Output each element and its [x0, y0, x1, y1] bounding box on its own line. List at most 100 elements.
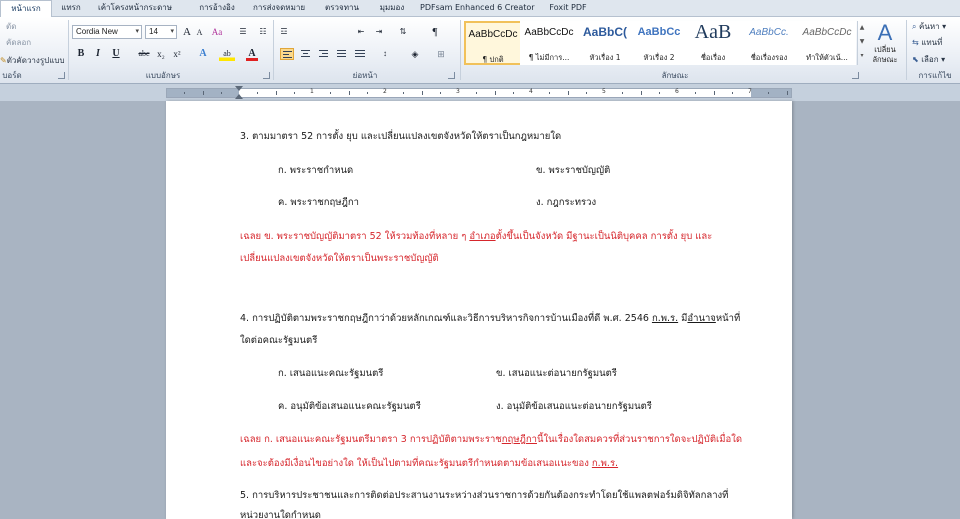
ruler-tick: [439, 92, 441, 94]
format-painter-button[interactable]: ✎ตัวคัดวางรูปแบบ: [0, 55, 65, 66]
font-size-value: 14: [149, 27, 158, 36]
change-styles-button[interactable]: A เปลี่ยน ลักษณะ: [868, 21, 902, 69]
text-run: นี้ในเรื่องใดสมควรที่ส่วนราชการใดจะปฏิบั…: [536, 434, 743, 445]
highlight-button[interactable]: ab: [219, 47, 235, 61]
text-run: 4. การปฏิบัติตามพระราชกฤษฎีกาว่าด้วยหลัก…: [240, 313, 652, 324]
subscript-button[interactable]: x₂: [155, 47, 167, 61]
line-spacing-button[interactable]: ↕: [378, 47, 392, 61]
style-heading-2[interactable]: AaBbCc หัวเรื่อง 2: [630, 21, 688, 65]
find-button[interactable]: ⌕ ค้นหา ▾: [912, 21, 946, 32]
tab-mailings[interactable]: การส่งจดหมาย: [250, 0, 308, 17]
tab-page-layout[interactable]: เค้าโครงหน้ากระดาษ: [90, 0, 180, 17]
sort-icon: ⇅: [399, 27, 407, 36]
thai-distributed-button[interactable]: [353, 48, 367, 60]
tab-insert[interactable]: แทรก: [54, 0, 88, 17]
multilevel-list-button[interactable]: ☲: [277, 25, 291, 39]
styles-dialog-launcher[interactable]: [852, 72, 859, 79]
chevron-down-icon: ▾: [170, 28, 174, 35]
ruler-tick: [713, 91, 715, 95]
styles-group-label: ลักษณะ: [661, 71, 689, 80]
style-normal[interactable]: AaBbCcDc ¶ ปกติ: [464, 21, 522, 65]
ruler-tick: [549, 92, 551, 94]
grow-font-button[interactable]: A: [181, 25, 193, 39]
format-painter-icon: ✎: [0, 56, 7, 65]
text-run: หน้าที่: [715, 313, 741, 324]
cut-button[interactable]: ตัด: [6, 21, 16, 32]
superscript-button[interactable]: x²: [171, 47, 183, 61]
font-name-combo[interactable]: Cordia New ▾: [72, 25, 142, 39]
styles-gallery-scroll[interactable]: ▲ ▼ ▾: [857, 21, 866, 65]
justify-button[interactable]: [335, 48, 349, 60]
font-size-combo[interactable]: 14 ▾: [145, 25, 177, 39]
align-right-button[interactable]: [317, 48, 331, 60]
style-preview: AaBbCc.: [749, 27, 789, 38]
style-name: ¶ ไม่มีการ...: [528, 53, 570, 62]
ruler-tick: [640, 91, 642, 95]
group-divider: [460, 20, 461, 80]
tab-view[interactable]: มุมมอง: [372, 0, 412, 17]
tab-foxit-pdf[interactable]: Foxit PDF: [544, 0, 592, 17]
clipboard-group-label: บอร์ด: [2, 71, 22, 80]
replace-button[interactable]: ⇆ แทนที่: [912, 37, 942, 48]
style-subtle-emphasis[interactable]: AaBbCcDc ทำให้ตัวเน้...: [798, 21, 856, 65]
show-marks-button[interactable]: ¶: [428, 25, 442, 39]
underline-button[interactable]: U: [110, 47, 122, 61]
ribbon: ตัด คัดลอก ✎ตัวคัดวางรูปแบบ บอร์ด Cordia…: [0, 17, 960, 84]
copy-button[interactable]: คัดลอก: [6, 37, 31, 48]
style-title[interactable]: AaB ชื่อเรื่อง: [684, 21, 742, 65]
ruler-tick: [293, 92, 295, 94]
font-color-button[interactable]: A: [246, 47, 258, 61]
font-dialog-launcher[interactable]: [263, 72, 270, 79]
ruler-tick: [695, 92, 697, 94]
horizontal-ruler[interactable]: 1 2 3 4 5 6 7: [166, 88, 792, 98]
scroll-up-icon[interactable]: ▲: [858, 21, 866, 35]
answer-3-line-1: เฉลย ข. พระราชบัญญัติมาตรา 52 ให้รวมท้อง…: [240, 230, 712, 243]
italic-button[interactable]: I: [92, 47, 104, 61]
ruler-number: 2: [383, 88, 387, 95]
strikethrough-button[interactable]: abc: [136, 47, 152, 61]
tab-references[interactable]: การอ้างอิง: [186, 0, 248, 17]
document-page[interactable]: 3. ตามมาตรา 52 การตั้ง ยุบ และเปลี่ยนแปล…: [166, 101, 792, 519]
ruler-tick: [585, 92, 587, 94]
ruler-tick: [202, 91, 204, 95]
shrink-font-button[interactable]: A: [194, 26, 205, 40]
choice-b: ข. พระราชบัญญัติ: [536, 165, 611, 176]
group-divider: [906, 20, 907, 80]
ruler-right-margin: [751, 89, 791, 97]
indent-marker-icon[interactable]: [235, 94, 243, 99]
tab-pdfsam[interactable]: PDFsam Enhanced 6 Creator: [420, 0, 535, 17]
tab-home[interactable]: หน้าแรก: [0, 0, 52, 18]
ruler-tick: [220, 92, 222, 94]
bold-button[interactable]: B: [75, 47, 87, 61]
ruler-tick: [403, 92, 405, 94]
clear-formatting-button[interactable]: Aa: [208, 25, 226, 39]
change-styles-label: เปลี่ยน ลักษณะ: [872, 45, 898, 64]
sort-button[interactable]: ⇅: [396, 25, 410, 39]
style-subtitle[interactable]: AaBbCc. ชื่อเรื่องรอง: [740, 21, 798, 65]
choice-d: ง. กฎกระทรวง: [536, 197, 597, 208]
text-effects-button[interactable]: A: [197, 47, 209, 61]
align-center-button[interactable]: [299, 48, 313, 60]
indent-marker-icon[interactable]: [235, 86, 243, 91]
paragraph-dialog-launcher[interactable]: [448, 72, 455, 79]
borders-button[interactable]: ⊞: [434, 47, 448, 61]
clipboard-dialog-launcher[interactable]: [58, 72, 65, 79]
bullets-button[interactable]: ☰: [236, 25, 250, 39]
ruler-tick: [494, 91, 496, 95]
numbering-button[interactable]: ☷: [256, 25, 270, 39]
choice-a: ก. พระราชกำหนด: [278, 165, 354, 176]
choice-d: ง. อนุมัติข้อเสนอแนะต่อนายกรัฐมนตรี: [496, 401, 652, 412]
shading-button[interactable]: ◈: [408, 47, 422, 61]
decrease-indent-button[interactable]: ⇤: [354, 25, 368, 39]
tab-review[interactable]: ตรวจทาน: [320, 0, 364, 17]
more-icon[interactable]: ▾: [858, 49, 866, 63]
scroll-down-icon[interactable]: ▼: [858, 35, 866, 49]
increase-indent-button[interactable]: ⇥: [372, 25, 386, 39]
style-no-spacing[interactable]: AaBbCcDc ¶ ไม่มีการ...: [520, 21, 578, 65]
select-button[interactable]: ⬉ เลือก ▾: [912, 54, 945, 65]
style-heading-1[interactable]: AaBbC( หัวเรื่อง 1: [576, 21, 634, 65]
align-left-button[interactable]: [280, 48, 294, 60]
text-run: และจะต้องมีเงื่อนไขอย่างใด ให้เป็นไปตามท…: [240, 458, 592, 469]
paint-bucket-icon: ◈: [411, 49, 419, 59]
borders-icon: ⊞: [437, 49, 445, 59]
